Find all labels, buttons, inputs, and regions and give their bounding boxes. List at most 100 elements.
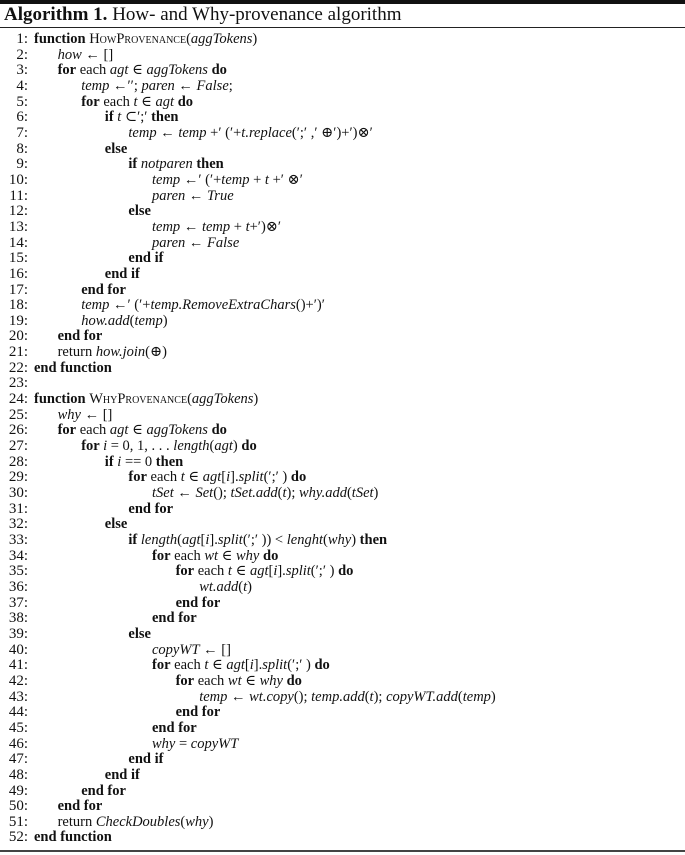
code-text: + [230, 218, 246, 235]
algorithm-line: 10: temp ←′ (′+temp + t +′ ⊗′ [0, 171, 685, 189]
keyword: do [282, 672, 302, 689]
keyword: do [314, 657, 330, 674]
code-text: ]. [230, 469, 239, 486]
code-text: ← [156, 124, 179, 141]
keyword: else [128, 203, 151, 220]
line-code: temp ←′′; paren ← False; [81, 77, 233, 95]
algorithm-line: 24: function WhyProvenance(aggTokens) [0, 391, 685, 408]
identifier: False [207, 234, 240, 251]
identifier: how.add [81, 312, 130, 329]
algorithm-line: 46: why = copyWT [0, 735, 685, 753]
keyword: then [155, 453, 184, 470]
line-number: 10: [8, 171, 28, 188]
algorithm-line: 50: end for [0, 798, 685, 815]
algorithm-caption: Algorithm 1. How- and Why-provenance alg… [4, 3, 402, 27]
line-code: end for [58, 329, 103, 345]
keyword: do [241, 438, 257, 455]
line-code: end for [176, 595, 221, 612]
keyword: end for [152, 719, 197, 736]
keyword: for [57, 62, 77, 79]
algorithm-line: 43: temp ← wt.copy(); temp.add(t); copyWT… [0, 688, 685, 706]
line-code: for each wt ∈ why do [152, 547, 278, 565]
identifier: aggTokens [146, 422, 208, 439]
code-text: + [249, 171, 265, 188]
line-code: for each agt ∈ aggTokens do [58, 423, 227, 439]
identifier: t.replace [241, 124, 292, 141]
identifier: why [152, 735, 176, 752]
code-text: return [57, 813, 96, 830]
code-text: ← [] [199, 641, 231, 658]
line-number: 29: [8, 469, 28, 486]
line-number: 8: [16, 140, 28, 157]
keyword: end for [175, 704, 221, 721]
algorithm-line: 52: end function [0, 830, 685, 846]
identifier: wt.add [199, 578, 239, 595]
code-text: return [57, 344, 96, 361]
algorithm-line: 28: if i == 0 then [0, 453, 685, 471]
line-number: 27: [8, 438, 28, 455]
line-number: 52: [8, 829, 28, 846]
line-number: 12: [8, 203, 28, 220]
keyword: for [175, 672, 195, 689]
line-number: 38: [8, 610, 28, 627]
keyword: do [290, 469, 307, 486]
keyword: end if [128, 751, 164, 768]
code-text: (); [213, 485, 231, 502]
identifier: length [173, 438, 210, 455]
identifier: paren [152, 187, 186, 204]
identifier: CheckDoubles [95, 813, 181, 830]
identifier: how [57, 46, 82, 63]
line-code: temp ← wt.copy(); temp.add(t); copyWT.ad… [199, 688, 496, 706]
code-text: ); [286, 485, 300, 502]
algorithm-line: 5: for each t ∈ agt do [0, 94, 685, 111]
code-text: ← [] [81, 46, 114, 63]
code-text: ); [373, 688, 387, 705]
keyword: end function [34, 829, 112, 846]
keyword: if [128, 156, 141, 173]
algorithm-line: 23: [0, 376, 685, 392]
code-text: ← [180, 218, 202, 235]
line-code: function HowProvenance(aggTokens) [34, 31, 257, 48]
identifier: split [217, 532, 243, 548]
line-code: return CheckDoubles(why) [57, 813, 214, 831]
algorithm-line: 29: for each t ∈ agt[i].split(′;′ ) do [0, 470, 685, 486]
algorithm-line: 38: end for [0, 610, 685, 627]
line-code: else [128, 626, 151, 643]
algorithm-line: 9: if notparen then [0, 156, 685, 173]
algorithm-line: 36: wt.add(t) [0, 578, 685, 596]
code-text: ∈ [218, 547, 237, 564]
line-code: paren ← False [152, 234, 240, 252]
line-code: wt.add(t) [199, 578, 252, 596]
identifier: agt [226, 657, 245, 674]
identifier: aggTokens [190, 31, 253, 47]
code-text: each [194, 563, 228, 580]
code-text: ← [174, 77, 197, 94]
identifier: copyWT.add [386, 688, 458, 705]
code-text: ←′ (′+ [109, 297, 151, 314]
line-code: end for [152, 610, 197, 627]
keyword: end for [81, 281, 126, 298]
algorithm-line: 51: return CheckDoubles(why) [0, 813, 685, 831]
line-number: 21: [8, 344, 28, 361]
keyword: end for [152, 610, 197, 627]
algorithm-line: 35: for each t ∈ agt[i].split(′;′ ) do [0, 563, 685, 580]
line-code: for each t ∈ agt[i].split(′;′ ) do [152, 657, 330, 674]
algorithm-line: 48: end if [0, 767, 685, 784]
code-text: ) [373, 485, 379, 502]
keyword: then [359, 532, 388, 548]
algorithm-line: 45: end for [0, 719, 685, 737]
line-number: 9: [16, 156, 28, 173]
line-number: 49: [8, 782, 28, 799]
code-text: (); [293, 688, 312, 705]
algorithm-line: 2: how ← [] [0, 46, 685, 64]
identifier: paren [152, 234, 186, 251]
line-code: paren ← True [152, 187, 234, 205]
algorithm-line: 12: else [0, 203, 685, 220]
line-number: 2: [16, 46, 28, 63]
line-number: 44: [8, 704, 28, 721]
identifier: agt [109, 62, 129, 79]
keyword: end if [104, 265, 140, 282]
line-code: end if [128, 751, 164, 768]
algorithm-line: 20: end for [0, 329, 685, 345]
code-text: (′;′ ) [263, 469, 291, 486]
